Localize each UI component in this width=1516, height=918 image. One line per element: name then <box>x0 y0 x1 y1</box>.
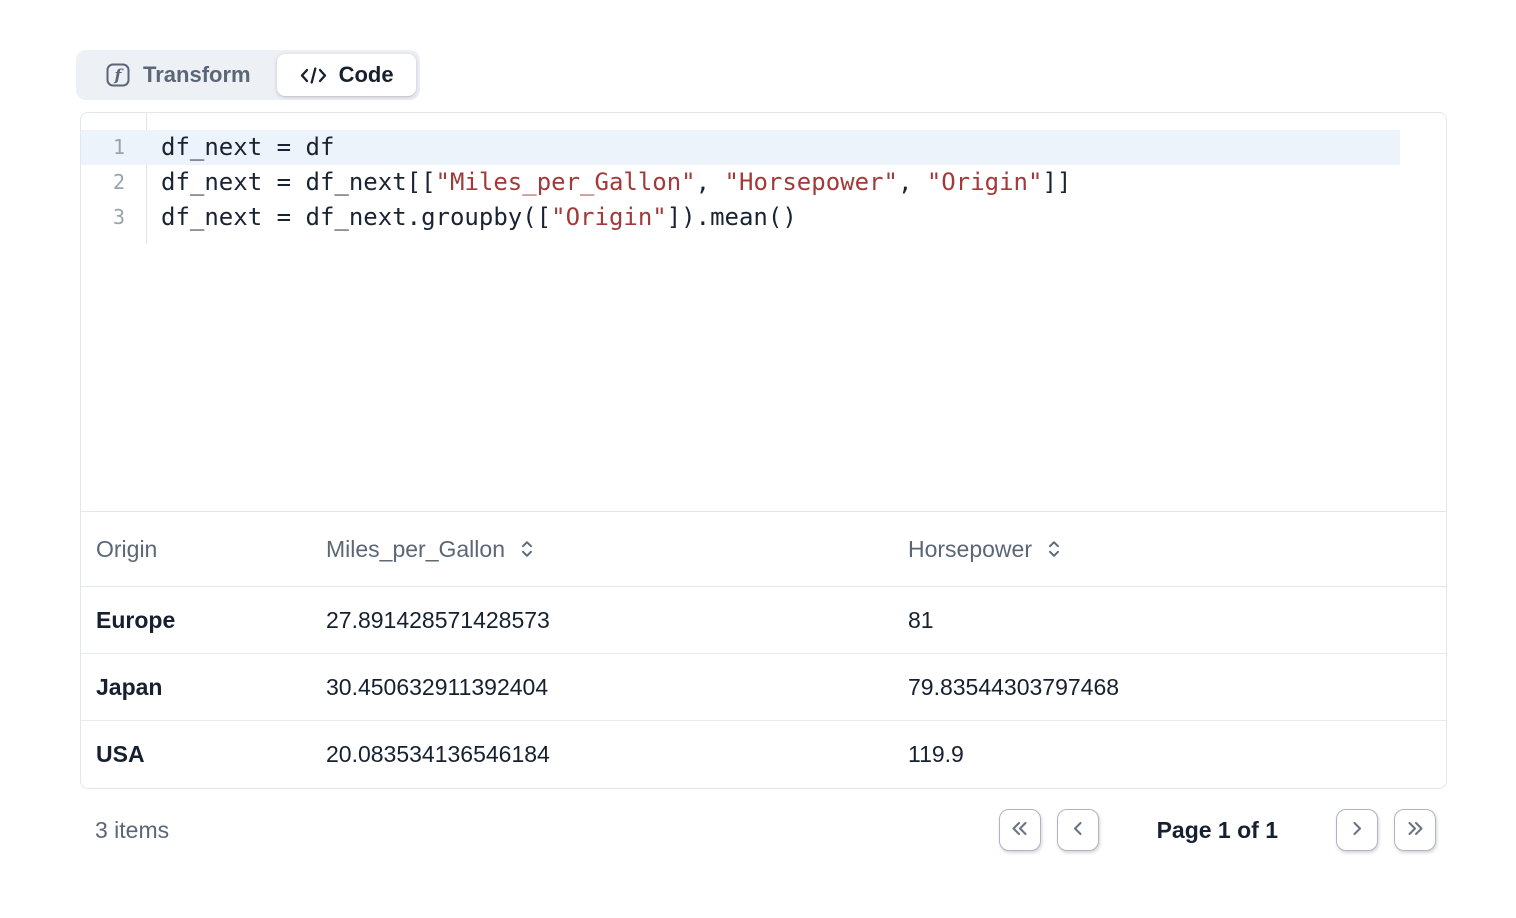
code-line-2[interactable]: 2 df_next = df_next[["Miles_per_Gallon",… <box>81 165 1446 200</box>
code-token: df_next = df <box>161 133 334 161</box>
code-token-string: "Origin" <box>927 168 1043 196</box>
view-mode-tabs: f Transform Code <box>76 50 420 100</box>
code-token: df_next = df_next[[ <box>161 168 436 196</box>
table-row-japan: Japan 30.450632911392404 79.835443037974… <box>81 654 1446 721</box>
cell-horsepower: 81 <box>893 607 1446 634</box>
tab-transform[interactable]: f Transform <box>80 54 277 96</box>
code-line-content: df_next = df_next[["Miles_per_Gallon", "… <box>147 165 1071 200</box>
cell-origin: Japan <box>81 674 311 701</box>
sort-up-down-icon[interactable] <box>520 539 534 559</box>
last-page-button[interactable] <box>1394 809 1436 851</box>
tab-code[interactable]: Code <box>277 54 416 96</box>
code-token: , <box>696 168 725 196</box>
table-header-row: Origin Miles_per_Gallon Horsepower <box>81 512 1446 587</box>
column-header-origin: Origin <box>81 536 311 563</box>
chevron-right-icon <box>1351 820 1364 840</box>
double-chevron-left-icon <box>1010 820 1029 840</box>
code-token: ]] <box>1042 168 1071 196</box>
tab-code-label: Code <box>339 62 394 88</box>
cell-miles-per-gallon: 20.083534136546184 <box>311 741 893 768</box>
result-table: Origin Miles_per_Gallon Horsepower <box>81 512 1446 788</box>
cell-miles-per-gallon: 30.450632911392404 <box>311 674 893 701</box>
column-header-miles-per-gallon[interactable]: Miles_per_Gallon <box>311 536 893 563</box>
column-header-horsepower[interactable]: Horsepower <box>893 536 1446 563</box>
prev-page-button[interactable] <box>1057 809 1099 851</box>
code-line-content: df_next = df_next.groupby(["Origin"]).me… <box>147 200 797 235</box>
code-line-3[interactable]: 3 df_next = df_next.groupby(["Origin"]).… <box>81 200 1446 235</box>
code-token-string: "Origin" <box>551 203 667 231</box>
cell-origin: USA <box>81 741 311 768</box>
code-line-1[interactable]: 1 df_next = df <box>81 130 1400 165</box>
transform-view: f Transform Code 1 df_next = df <box>80 50 1447 855</box>
page-indicator: Page 1 of 1 <box>1157 817 1278 844</box>
next-page-button[interactable] <box>1336 809 1378 851</box>
code-token-string: "Miles_per_Gallon" <box>436 168 696 196</box>
column-header-label: Origin <box>96 536 157 563</box>
svg-text:f: f <box>114 66 125 85</box>
table-row-usa: USA 20.083534136546184 119.9 <box>81 721 1446 788</box>
cell-horsepower: 119.9 <box>893 741 1446 768</box>
table-body: Europe 27.891428571428573 81 Japan 30.45… <box>81 587 1446 788</box>
code-lines: 1 df_next = df 2 df_next = df_next[["Mil… <box>81 113 1446 235</box>
code-editor[interactable]: 1 df_next = df 2 df_next = df_next[["Mil… <box>81 113 1446 512</box>
pager-controls: Page 1 of 1 <box>999 809 1436 851</box>
line-number: 2 <box>81 165 147 200</box>
function-icon: f <box>106 63 130 87</box>
cell-miles-per-gallon: 27.891428571428573 <box>311 607 893 634</box>
cell-origin: Europe <box>81 607 311 634</box>
pagination-bar: 3 items Page 1 of 1 <box>80 805 1447 855</box>
chevron-left-icon <box>1071 820 1084 840</box>
column-header-label: Horsepower <box>908 536 1032 563</box>
line-number: 3 <box>81 200 147 235</box>
items-count: 3 items <box>95 817 169 844</box>
code-token: , <box>898 168 927 196</box>
tab-transform-label: Transform <box>143 62 251 88</box>
line-number: 1 <box>81 130 147 165</box>
code-and-results-panel: 1 df_next = df 2 df_next = df_next[["Mil… <box>80 112 1447 789</box>
code-token-string: "Horsepower" <box>725 168 898 196</box>
first-page-button[interactable] <box>999 809 1041 851</box>
table-row-europe: Europe 27.891428571428573 81 <box>81 587 1446 654</box>
code-token: df_next = df_next.groupby([ <box>161 203 551 231</box>
sort-up-down-icon[interactable] <box>1047 539 1061 559</box>
code-token: ]).mean() <box>667 203 797 231</box>
column-header-label: Miles_per_Gallon <box>326 536 505 563</box>
code-slash-icon <box>299 65 328 86</box>
code-line-content: df_next = df <box>147 130 334 165</box>
cell-horsepower: 79.83544303797468 <box>893 674 1446 701</box>
double-chevron-right-icon <box>1406 820 1425 840</box>
